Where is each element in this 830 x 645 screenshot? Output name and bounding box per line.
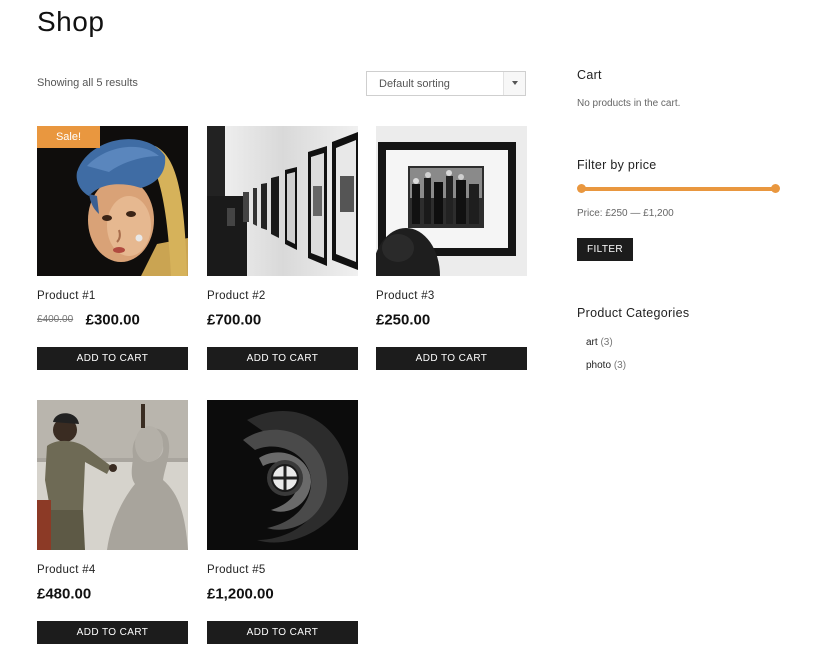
girl-with-pearl-earring-image — [37, 126, 188, 276]
slider-track — [581, 187, 776, 191]
add-to-cart-button[interactable]: ADD TO CART — [37, 347, 188, 370]
sort-select-value: Default sorting — [379, 78, 450, 90]
product-card: Product #5 £1,200.00 ADD TO CART — [207, 400, 358, 644]
product-price: £700.00 — [207, 311, 262, 329]
add-to-cart-button[interactable]: ADD TO CART — [207, 347, 358, 370]
page-title: Shop — [37, 6, 105, 37]
add-to-cart-button[interactable]: ADD TO CART — [376, 347, 527, 370]
chevron-down-icon — [503, 72, 525, 95]
price-row: £480.00 — [37, 585, 91, 603]
price-range-slider[interactable] — [577, 184, 780, 194]
product-image[interactable] — [376, 126, 527, 276]
product-price: £250.00 — [376, 311, 431, 329]
category-item-photo[interactable]: photo (3) — [586, 360, 626, 371]
product-image[interactable]: Sale! — [37, 126, 188, 276]
product-name[interactable]: Product #5 — [207, 564, 266, 576]
add-to-cart-button[interactable]: ADD TO CART — [207, 621, 358, 644]
sale-badge: Sale! — [37, 126, 100, 148]
filter-button[interactable]: FILTER — [577, 238, 633, 261]
cart-widget-title: Cart — [577, 68, 602, 82]
product-name[interactable]: Product #2 — [207, 290, 266, 302]
slider-max-handle[interactable] — [771, 184, 780, 193]
price-row: £400.00 £300.00 — [37, 311, 140, 329]
sort-select[interactable]: Default sorting — [366, 71, 526, 96]
sculptor-image — [37, 400, 188, 550]
product-name[interactable]: Product #1 — [37, 290, 96, 302]
product-card: Product #3 £250.00 ADD TO CART — [376, 126, 527, 370]
product-card: Sale! Product #1 £400.00 £300.00 ADD TO … — [37, 126, 188, 370]
price-row: £250.00 — [376, 311, 430, 329]
category-item-art[interactable]: art (3) — [586, 337, 613, 348]
product-price: £480.00 — [37, 585, 92, 603]
slider-min-handle[interactable] — [577, 184, 586, 193]
gallery-frames-image — [207, 126, 358, 276]
category-count: (3) — [613, 360, 627, 371]
product-card: Product #2 £700.00 ADD TO CART — [207, 126, 358, 370]
price-range-label: Price: £250 — £1,200 — [577, 208, 674, 219]
categories-title: Product Categories — [577, 306, 690, 320]
product-image[interactable] — [207, 126, 358, 276]
category-name: art — [586, 337, 598, 348]
price-filter-title: Filter by price — [577, 158, 657, 172]
framed-photo-image — [376, 126, 527, 276]
cart-empty-text: No products in the cart. — [577, 98, 681, 109]
product-price: £1,200.00 — [207, 585, 274, 603]
category-name: photo — [586, 360, 612, 371]
result-count: Showing all 5 results — [37, 77, 138, 89]
category-count: (3) — [600, 337, 613, 348]
product-card: Product #4 £480.00 ADD TO CART — [37, 400, 188, 644]
price-row: £700.00 — [207, 311, 261, 329]
spiral-staircase-image — [207, 400, 358, 550]
add-to-cart-button[interactable]: ADD TO CART — [37, 621, 188, 644]
product-name[interactable]: Product #4 — [37, 564, 96, 576]
product-name[interactable]: Product #3 — [376, 290, 435, 302]
product-image[interactable] — [37, 400, 188, 550]
product-image[interactable] — [207, 400, 358, 550]
price-row: £1,200.00 — [207, 585, 274, 603]
old-price: £400.00 — [37, 314, 74, 326]
product-price: £300.00 — [85, 311, 140, 329]
